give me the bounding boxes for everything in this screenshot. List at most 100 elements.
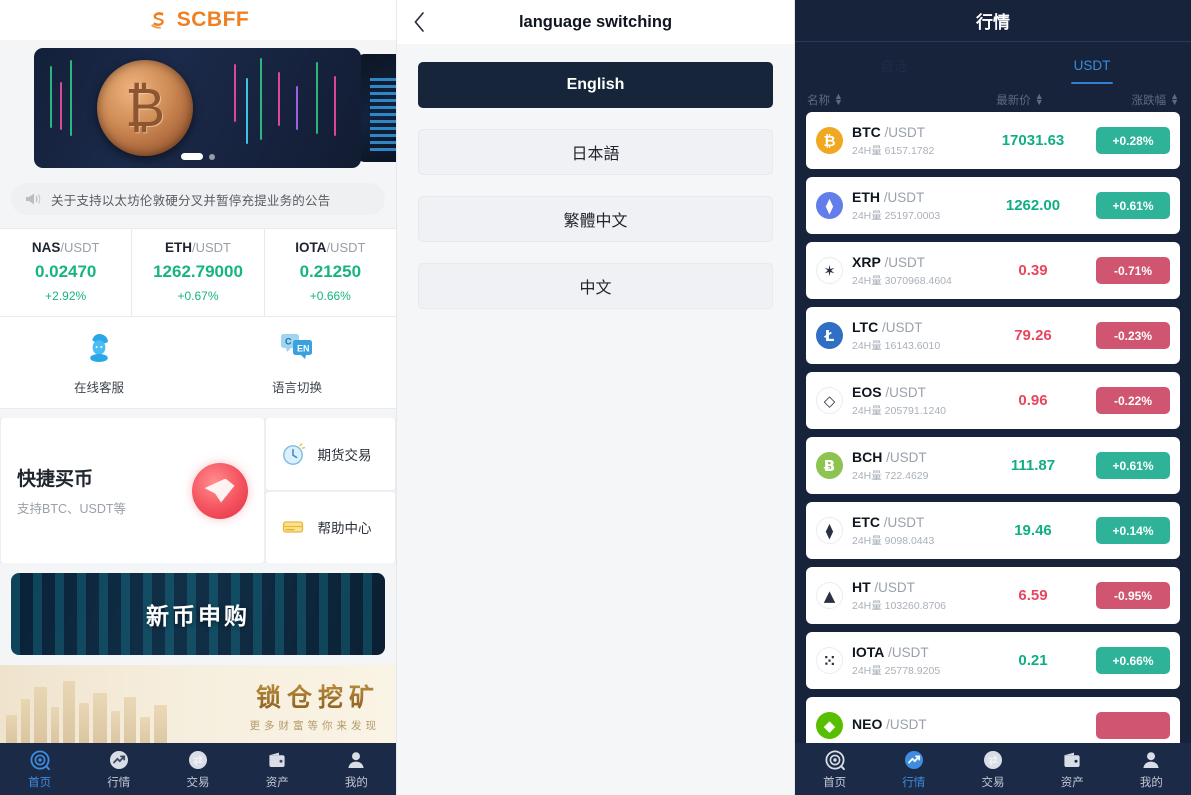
quick-action-customer-service[interactable]: 在线客服 (0, 331, 198, 396)
carousel-dot-2[interactable] (208, 153, 215, 160)
language-switch-icon: C EN (281, 334, 312, 359)
column-label: 最新价 (996, 95, 1031, 107)
carousel-slide-active[interactable] (34, 48, 361, 168)
tabbar-item-assets[interactable]: 资产 (1033, 749, 1112, 790)
tabbar-item-trade[interactable]: 交易 (158, 749, 237, 790)
row-name-cell: NEO /USDT (852, 716, 970, 735)
table-row[interactable]: Ł LTC /USDT 24H量 16143.6010 79.26 -0.23% (806, 307, 1180, 364)
promo-help-center[interactable]: 帮助中心 (265, 491, 395, 563)
row-quote: /USDT (884, 644, 929, 660)
table-row[interactable]: ▲ HT /USDT 24H量 103260.8706 6.59 -0.95% (806, 567, 1180, 624)
language-option-traditional-chinese[interactable]: 繁體中文 (418, 196, 773, 242)
banner-lock-subtitle: 更多财富等你来发现 (249, 719, 380, 732)
language-option-japanese[interactable]: 日本語 (418, 129, 773, 175)
market-column-headers: 名称 ▲ ▼ 最新价 ▲ ▼ 涨跌幅 ▲ ▼ (795, 88, 1191, 112)
column-header-change[interactable]: 涨跌幅 ▲ ▼ (1093, 92, 1179, 108)
svg-text:C: C (285, 337, 292, 347)
tabbar-item-assets[interactable]: 资产 (238, 749, 317, 790)
market-tabbar: 首页 行情 交易 资产 我的 (795, 743, 1191, 795)
ticker-quote: /USDT (191, 240, 231, 255)
table-row[interactable]: ✶ XRP /USDT 24H量 3070968.4604 0.39 -0.71% (806, 242, 1180, 299)
promo-cell-label: 期货交易 (317, 447, 372, 463)
tabbar-item-home[interactable]: 首页 (795, 749, 874, 790)
quick-action-label: 语言切换 (271, 381, 322, 395)
row-quote: /USDT (880, 189, 925, 205)
row-change-badge: +0.61% (1096, 192, 1170, 219)
table-row[interactable]: ⧫ ETC /USDT 24H量 9098.0443 19.46 +0.14% (806, 502, 1180, 559)
promo-section: 快捷买币 支持BTC、USDT等 期货交易 帮助中心 (0, 418, 396, 563)
row-price: 79.26 (1014, 327, 1052, 344)
tabbar-item-home[interactable]: 首页 (0, 749, 79, 790)
promo-cell-label: 帮助中心 (317, 521, 372, 537)
row-name-cell: XRP /USDT 24H量 3070968.4604 (852, 254, 970, 288)
ticker-pair: IOTA/USDT (269, 240, 392, 255)
row-change-badge: -0.23% (1096, 322, 1170, 349)
language-option-english[interactable]: English (418, 62, 773, 108)
back-button[interactable] (397, 0, 441, 44)
ticker-card[interactable]: NAS/USDT 0.02470 +2.92% (0, 229, 132, 316)
row-symbol: NEO (852, 716, 883, 732)
column-header-price[interactable]: 最新价 ▲ ▼ (947, 92, 1093, 108)
ticker-card[interactable]: IOTA/USDT 0.21250 +0.66% (264, 229, 396, 316)
page-title: language switching (518, 12, 673, 31)
tabbar-item-profile[interactable]: 我的 (1112, 749, 1191, 790)
row-name-cell: HT /USDT 24H量 103260.8706 (852, 579, 970, 613)
assets-icon (238, 749, 317, 772)
coin-eth-icon: ⧫ (816, 192, 843, 219)
row-price: 17031.63 (1001, 132, 1065, 149)
coin-eos-icon: ◇ (816, 387, 843, 414)
quick-action-language-switch[interactable]: C EN 语言切换 (198, 331, 396, 396)
coin-btc-icon: ₿ (816, 127, 843, 154)
row-change-badge: -0.22% (1096, 387, 1170, 414)
coin-iota-icon: ⁙ (816, 647, 843, 674)
table-row[interactable]: ⧫ ETH /USDT 24H量 25197.0003 1262.00 +0.61% (806, 177, 1180, 234)
row-pair: ETC /USDT (852, 514, 970, 530)
row-volume: 24H量 6157.1782 (852, 144, 935, 157)
coin-bch-icon: Ƀ (816, 452, 843, 479)
row-volume: 24H量 3070968.4604 (852, 274, 952, 287)
tabbar-label: 交易 (186, 776, 210, 789)
row-pair: LTC /USDT (852, 319, 970, 335)
tabbar-item-trade[interactable]: 交易 (953, 749, 1032, 790)
language-panel: language switching English 日本語 繁體中文 中文 (397, 0, 795, 795)
home-panel: SCBFF ₿ 关于支持以太坊伦敦硬分叉并暂停充提业务的公告 NAS/USDT … (0, 0, 397, 795)
row-symbol: BTC (852, 123, 881, 140)
tabbar-item-market[interactable]: 行情 (79, 749, 158, 790)
tabbar-label: 资产 (1060, 776, 1084, 789)
promo-quick-buy[interactable]: 快捷买币 支持BTC、USDT等 (1, 418, 264, 563)
market-icon (874, 749, 953, 772)
ticker-card[interactable]: ETH/USDT 1262.79000 +0.67% (132, 229, 264, 316)
ticker-price: 0.21250 (299, 262, 362, 281)
tabbar-item-profile[interactable]: 我的 (317, 749, 396, 790)
tab-usdt[interactable]: USDT (993, 42, 1191, 88)
chevron-left-icon (414, 12, 424, 32)
home-icon (795, 749, 874, 772)
row-pair: BCH /USDT (852, 449, 970, 465)
announcement-bar[interactable]: 关于支持以太坊伦敦硬分叉并暂停充提业务的公告 (11, 183, 385, 215)
banner-new-coin-subscription[interactable]: 新币申购 (11, 573, 385, 655)
tabbar-item-market[interactable]: 行情 (874, 749, 953, 790)
home-scroll-area[interactable]: 关于支持以太坊伦敦硬分叉并暂停充提业务的公告 NAS/USDT 0.02470 … (0, 40, 396, 795)
row-change-badge: +0.66% (1096, 647, 1170, 674)
tab-favorites[interactable]: 自选 (795, 42, 993, 88)
column-header-name[interactable]: 名称 ▲ ▼ (807, 92, 947, 108)
ticker-strip: NAS/USDT 0.02470 +2.92% ETH/USDT 1262.79… (0, 228, 396, 317)
help-center-book-icon (282, 521, 303, 533)
table-row[interactable]: Ƀ BCH /USDT 24H量 722.4629 111.87 +0.61% (806, 437, 1180, 494)
row-quote: /USDT (878, 319, 923, 335)
row-name-cell: EOS /USDT 24H量 205791.1240 (852, 384, 970, 418)
banner-carousel[interactable] (0, 40, 396, 175)
carousel-dots[interactable] (180, 153, 215, 160)
carousel-dot-1[interactable] (180, 153, 203, 160)
language-option-label: English (566, 76, 625, 93)
tab-label: USDT (1073, 57, 1111, 73)
row-name-cell: BTC /USDT 24H量 6157.1782 (852, 124, 970, 158)
carousel-slide-next[interactable] (356, 54, 396, 162)
promo-futures-trading[interactable]: 期货交易 (265, 418, 395, 490)
language-option-simplified-chinese[interactable]: 中文 (418, 263, 773, 309)
banner-lock-mining[interactable]: 锁仓挖矿 更多财富等你来发现 (0, 665, 396, 745)
table-row[interactable]: ₿ BTC /USDT 24H量 6157.1782 17031.63 +0.28% (806, 112, 1180, 169)
table-row[interactable]: ◇ EOS /USDT 24H量 205791.1240 0.96 -0.22% (806, 372, 1180, 429)
tabbar-label: 首页 (28, 776, 52, 789)
table-row[interactable]: ⁙ IOTA /USDT 24H量 25778.9205 0.21 +0.66% (806, 632, 1180, 689)
